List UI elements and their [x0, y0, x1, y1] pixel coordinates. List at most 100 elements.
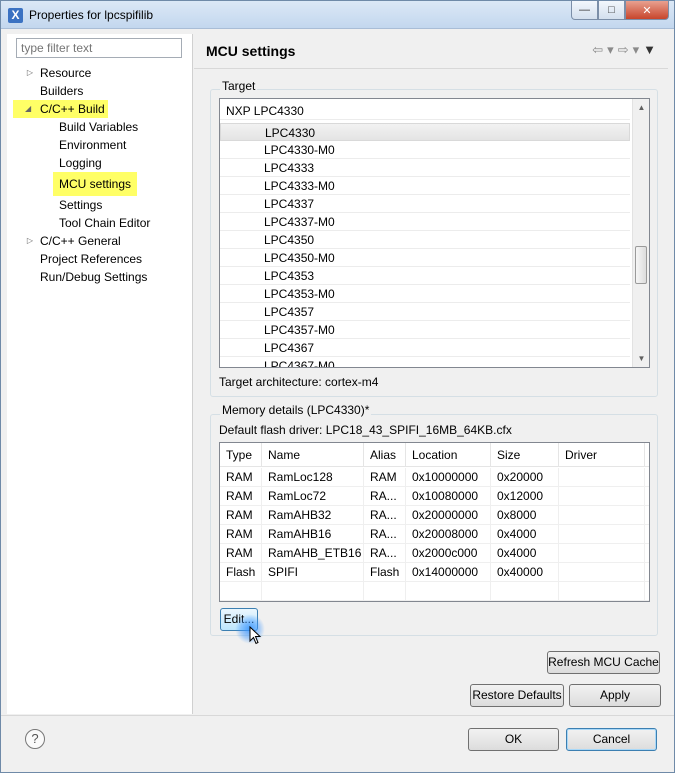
list-item[interactable]: LPC4357-M0	[220, 321, 630, 339]
cell-empty	[491, 582, 559, 601]
memory-group-label: Memory details (LPC4330)*	[220, 403, 372, 417]
help-icon[interactable]: ?	[25, 729, 45, 749]
table-row[interactable]: RAM RamLoc72 RA... 0x10080000 0x12000	[220, 487, 649, 506]
tree-item-builders[interactable]: Builders	[7, 82, 193, 100]
list-item-label: LPC4350-M0	[264, 251, 335, 265]
column-header-driver[interactable]: Driver	[559, 443, 645, 467]
tree-item-label: C/C++ General	[40, 234, 121, 248]
tree-item-label: Resource	[40, 66, 92, 80]
table-row[interactable]: RAM RamAHB_ETB16 RA... 0x2000c000 0x4000	[220, 544, 649, 563]
list-item[interactable]: LPC4353-M0	[220, 285, 630, 303]
column-header-name[interactable]: Name	[262, 443, 364, 467]
column-header-size[interactable]: Size	[491, 443, 559, 467]
tree-item-label: Build Variables	[59, 120, 139, 134]
tree-item-resource[interactable]: ▷ Resource	[7, 64, 193, 82]
cell-type: Flash	[220, 563, 262, 582]
column-header-alias[interactable]: Alias	[364, 443, 406, 467]
cell-type: RAM	[220, 525, 262, 544]
list-item-label: LPC4357-M0	[264, 323, 335, 337]
list-item[interactable]: LPC4357	[220, 303, 630, 321]
tree-item-mcu-settings[interactable]: MCU settings	[7, 172, 193, 196]
back-menu-icon[interactable]: ▾	[607, 42, 614, 58]
list-item[interactable]: LPC4350	[220, 231, 630, 249]
list-header-item[interactable]: NXP LPC4330	[220, 102, 630, 120]
table-header: Type Name Alias Location Size Driver	[220, 443, 649, 467]
scrollbar-thumb[interactable]	[635, 246, 647, 284]
cell-location: 0x20000000	[406, 506, 491, 525]
collapse-arrow-icon[interactable]: ◢	[13, 100, 37, 118]
list-item-label: LPC4353-M0	[264, 287, 335, 301]
left-pane: ▷ Resource Builders ◢ C/C++ Build Build …	[7, 34, 193, 714]
filter-input[interactable]	[16, 38, 182, 58]
tree-item-label: Builders	[40, 84, 84, 98]
tree-item-run-debug-settings[interactable]: Run/Debug Settings	[7, 268, 193, 286]
tree-item-settings[interactable]: Settings	[7, 196, 193, 214]
memory-table[interactable]: Type Name Alias Location Size Driver RAM…	[219, 442, 650, 602]
list-item[interactable]: LPC4353	[220, 267, 630, 285]
back-arrow-icon[interactable]: ⇦	[592, 42, 603, 58]
tree-item-label: Run/Debug Settings	[40, 270, 148, 284]
cell-location: 0x10000000	[406, 468, 491, 487]
expand-arrow-icon[interactable]: ▷	[25, 232, 35, 250]
header-separator	[194, 68, 668, 69]
list-item-label: LPC4337	[264, 197, 315, 211]
target-list-scrollbar[interactable]: ▲ ▼	[632, 99, 649, 367]
tree-item-label: Logging	[59, 156, 102, 170]
table-row-empty	[220, 582, 649, 601]
close-button[interactable]: ✕	[625, 1, 669, 20]
column-header-location[interactable]: Location	[406, 443, 491, 467]
expand-arrow-icon[interactable]: ▷	[25, 64, 35, 82]
cancel-button[interactable]: Cancel	[566, 728, 657, 751]
list-item[interactable]: LPC4333-M0	[220, 177, 630, 195]
tree-item-label: Project References	[40, 252, 143, 266]
cell-size: 0x4000	[491, 544, 559, 563]
list-item[interactable]: LPC4337-M0	[220, 213, 630, 231]
target-list[interactable]: NXP LPC4330 LPC4330 LPC4330-M0 LPC4333 L…	[219, 98, 650, 368]
list-item-selected[interactable]: LPC4330	[220, 123, 630, 141]
cell-name: SPIFI	[262, 563, 364, 582]
cell-name: RamAHB_ETB16	[262, 544, 364, 563]
apply-button[interactable]: Apply	[569, 684, 661, 707]
table-row[interactable]: RAM RamAHB16 RA... 0x20008000 0x4000	[220, 525, 649, 544]
refresh-mcu-cache-button[interactable]: Refresh MCU Cache	[547, 651, 660, 674]
forward-arrow-icon[interactable]: ⇨	[618, 42, 629, 58]
cell-driver	[559, 468, 645, 487]
page-nav-toolbar: ⇦ ▾ ⇨ ▾ ▼	[592, 42, 656, 58]
default-flash-driver: Default flash driver: LPC18_43_SPIFI_16M…	[219, 423, 512, 437]
list-item[interactable]: LPC4350-M0	[220, 249, 630, 267]
target-family-label: NXP LPC4330	[226, 104, 304, 118]
cell-name: RamLoc128	[262, 468, 364, 487]
cell-empty	[406, 582, 491, 601]
maximize-button[interactable]: □	[598, 1, 625, 20]
table-row[interactable]: RAM RamAHB32 RA... 0x20000000 0x8000	[220, 506, 649, 525]
table-row[interactable]: RAM RamLoc128 RAM 0x10000000 0x20000	[220, 468, 649, 487]
restore-defaults-button[interactable]: Restore Defaults	[470, 684, 564, 707]
list-item-label: LPC4333-M0	[264, 179, 335, 193]
tree-item-project-references[interactable]: Project References	[7, 250, 193, 268]
view-menu-icon[interactable]: ▼	[643, 42, 656, 58]
list-item[interactable]: LPC4367-M0	[220, 357, 630, 367]
table-row[interactable]: Flash SPIFI Flash 0x14000000 0x40000	[220, 563, 649, 582]
list-item[interactable]: LPC4333	[220, 159, 630, 177]
ok-button[interactable]: OK	[468, 728, 559, 751]
list-item[interactable]: LPC4337	[220, 195, 630, 213]
column-header-type[interactable]: Type	[220, 443, 262, 467]
tree-item-tool-chain-editor[interactable]: Tool Chain Editor	[7, 214, 193, 232]
cell-alias: RA...	[364, 506, 406, 525]
cell-type: RAM	[220, 506, 262, 525]
tree-item-build-variables[interactable]: Build Variables	[7, 118, 193, 136]
category-tree: ▷ Resource Builders ◢ C/C++ Build Build …	[7, 64, 193, 286]
tree-item-cpp-build[interactable]: ◢ C/C++ Build	[7, 100, 193, 118]
forward-menu-icon[interactable]: ▾	[633, 42, 640, 58]
tree-item-cpp-general[interactable]: ▷ C/C++ General	[7, 232, 193, 250]
list-item[interactable]: LPC4330-M0	[220, 141, 630, 159]
tree-item-environment[interactable]: Environment	[7, 136, 193, 154]
tree-item-logging[interactable]: Logging	[7, 154, 193, 172]
scroll-up-icon[interactable]: ▲	[633, 99, 649, 116]
scroll-down-icon[interactable]: ▼	[633, 350, 649, 367]
list-item[interactable]: LPC4367	[220, 339, 630, 357]
cell-empty	[559, 582, 645, 601]
minimize-button[interactable]: —	[571, 1, 598, 20]
list-item-label: LPC4350	[264, 233, 315, 247]
cell-name: RamLoc72	[262, 487, 364, 506]
